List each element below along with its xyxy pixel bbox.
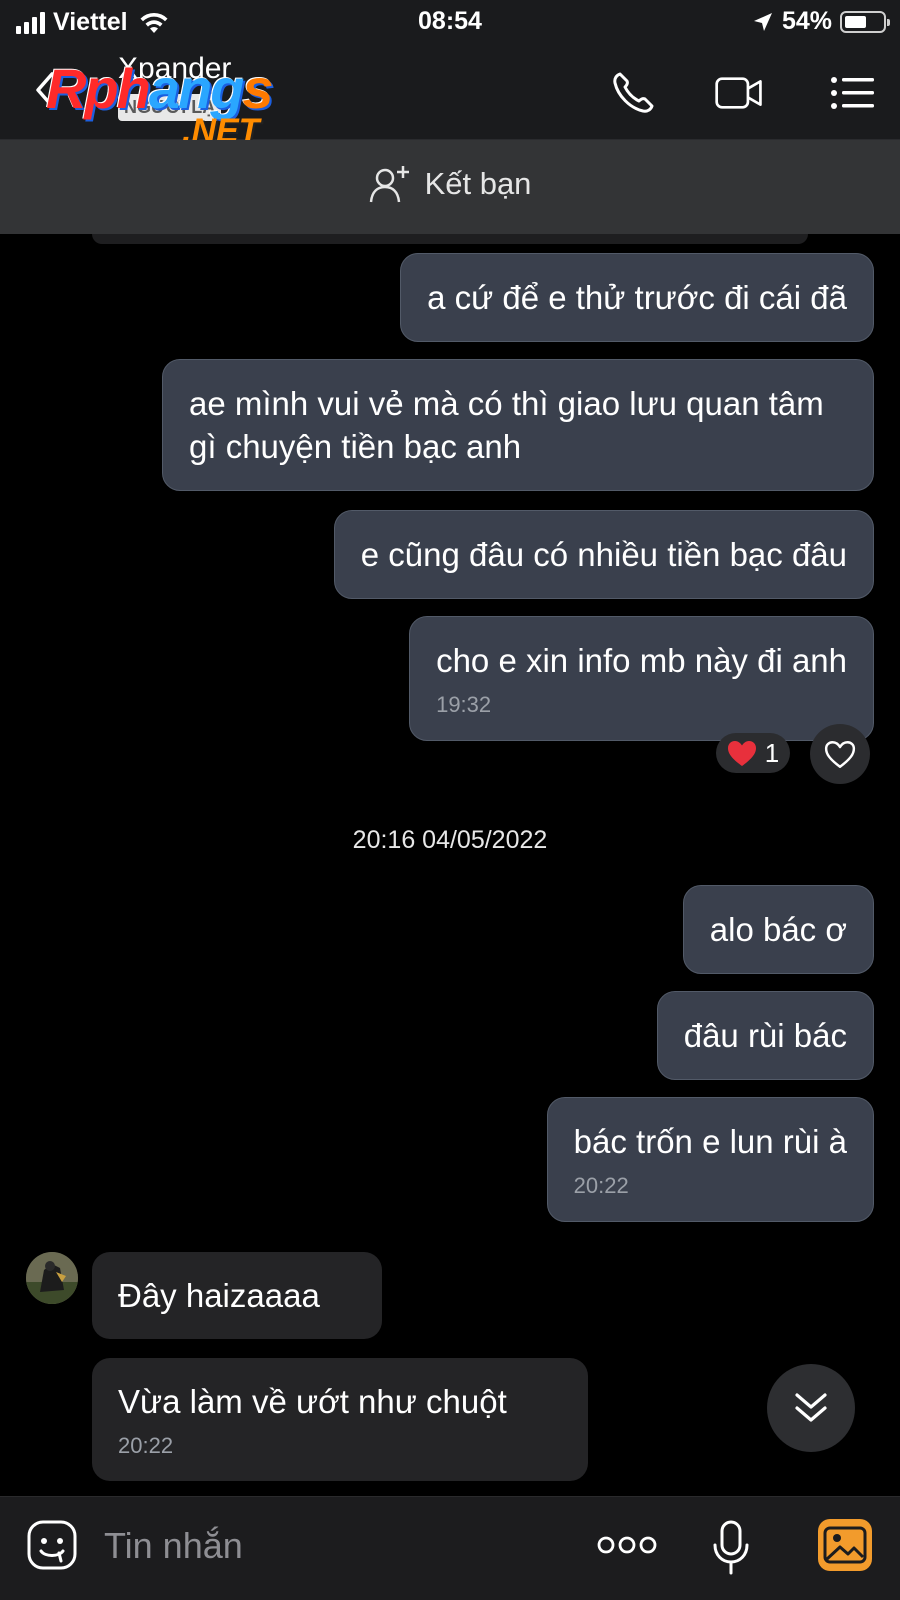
battery-percent: 54% bbox=[781, 7, 832, 35]
status-right: 54% bbox=[752, 7, 890, 36]
message-text: cho e xin info mb này đi anh bbox=[436, 642, 847, 679]
date-separator: 20:16 04/05/2022 bbox=[352, 826, 548, 854]
more-options-icon[interactable] bbox=[596, 1527, 658, 1563]
previous-message-edge bbox=[92, 234, 808, 244]
add-user-icon bbox=[369, 166, 409, 203]
message-text: Vừa làm về ướt như chuột bbox=[118, 1383, 507, 1420]
message-text: alo bác ơ bbox=[709, 911, 847, 948]
message-bubble-outgoing[interactable]: ae mình vui vẻ mà có thì giao lưu quan t… bbox=[162, 359, 874, 491]
heart-reaction-icon bbox=[727, 740, 756, 766]
message-bubble-outgoing[interactable]: bác trốn e lun rùi à 20:22 bbox=[546, 1097, 874, 1222]
chat-header: Xpander NGƯỜI LẠ Rphangs .NET bbox=[0, 46, 900, 150]
sticker-icon[interactable] bbox=[26, 1519, 78, 1571]
message-bubble-outgoing[interactable]: e cũng đâu có nhiều tiền bạc đâu bbox=[333, 510, 874, 599]
chat-screen: Viettel 08:54 54% Xpander NGƯỜI LẠ Rphan… bbox=[0, 0, 900, 1600]
message-input[interactable] bbox=[104, 1521, 564, 1571]
battery-nub bbox=[887, 18, 890, 26]
avatar-image bbox=[26, 1252, 78, 1304]
message-bubble-outgoing[interactable]: cho e xin info mb này đi anh 19:32 bbox=[409, 616, 874, 741]
message-bubble-incoming[interactable]: Đây haizaaaa bbox=[92, 1252, 382, 1339]
phone-icon[interactable] bbox=[608, 68, 658, 118]
contact-name[interactable]: Xpander bbox=[118, 52, 231, 86]
reaction-badge[interactable]: 1 bbox=[716, 733, 790, 773]
contact-avatar[interactable] bbox=[26, 1252, 78, 1304]
battery-icon bbox=[840, 10, 890, 33]
message-time: 20:22 bbox=[573, 1173, 629, 1198]
scroll-to-bottom-button[interactable] bbox=[767, 1364, 855, 1452]
message-time: 20:22 bbox=[118, 1433, 174, 1458]
reaction-count: 1 bbox=[764, 737, 780, 768]
message-text: bác trốn e lun rùi à bbox=[573, 1123, 847, 1160]
back-icon[interactable] bbox=[28, 68, 68, 112]
image-icon[interactable] bbox=[816, 1517, 874, 1573]
microphone-icon[interactable] bbox=[710, 1519, 752, 1577]
message-bubble-outgoing[interactable]: alo bác ơ bbox=[682, 885, 874, 974]
message-composer bbox=[0, 1496, 900, 1600]
stranger-badge: NGƯỜI LẠ bbox=[118, 94, 222, 121]
add-friend-bar[interactable]: Kết bạn bbox=[0, 140, 900, 234]
add-friend-button[interactable]: Kết bạn bbox=[0, 164, 900, 204]
message-text: đâu rùi bác bbox=[683, 1017, 847, 1054]
message-time: 19:32 bbox=[436, 692, 492, 717]
location-arrow-icon bbox=[753, 12, 772, 31]
video-icon[interactable] bbox=[714, 68, 764, 118]
add-friend-label: Kết bạn bbox=[424, 166, 532, 201]
watermark-part3: s bbox=[242, 57, 273, 120]
double-chevron-down-icon bbox=[795, 1393, 827, 1422]
heart-outline-icon bbox=[824, 740, 856, 768]
message-text: Đây haizaaaa bbox=[118, 1277, 320, 1314]
status-bar: Viettel 08:54 54% bbox=[0, 0, 900, 46]
message-text: e cũng đâu có nhiều tiền bạc đâu bbox=[360, 536, 847, 573]
message-bubble-outgoing[interactable]: a cứ để e thử trước đi cái đã bbox=[400, 253, 874, 342]
message-text: a cứ để e thử trước đi cái đã bbox=[427, 279, 847, 316]
battery-fill bbox=[845, 15, 866, 28]
message-text: ae mình vui vẻ mà có thì giao lưu quan t… bbox=[189, 385, 824, 465]
menu-icon[interactable] bbox=[828, 68, 878, 118]
message-bubble-outgoing[interactable]: đâu rùi bác bbox=[656, 991, 874, 1080]
message-bubble-incoming[interactable]: Vừa làm về ướt như chuột 20:22 bbox=[92, 1358, 588, 1481]
react-button[interactable] bbox=[810, 724, 870, 784]
